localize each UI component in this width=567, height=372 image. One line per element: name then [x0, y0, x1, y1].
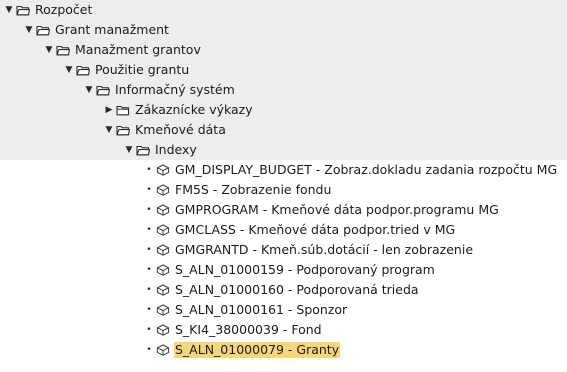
- bullet-icon: •: [146, 305, 152, 315]
- tree-row-background: [0, 140, 567, 160]
- transaction-cube-icon: [156, 304, 170, 316]
- tree-transaction-node[interactable]: • S_ALN_01000079 - Granty: [144, 340, 341, 360]
- tree-node-label: GMPROGRAM - Kmeňové dáta podpor.programu…: [175, 202, 499, 217]
- tree-folder-node[interactable]: ▼ Grant manažment: [24, 20, 170, 40]
- folder-open-icon: [136, 144, 150, 156]
- expanded-triangle-icon[interactable]: ▼: [124, 145, 134, 155]
- tree-transaction-node[interactable]: • GM_DISPLAY_BUDGET - Zobraz.dokladu zada…: [144, 160, 558, 180]
- tree-folder-node[interactable]: ▼ Informačný systém: [84, 80, 236, 100]
- tree-transaction-node[interactable]: • S_ALN_01000161 - Sponzor: [144, 300, 348, 320]
- transaction-cube-icon: [156, 244, 170, 256]
- bullet-icon: •: [146, 265, 152, 275]
- folder-open-icon: [36, 24, 50, 36]
- bullet-icon: •: [146, 165, 152, 175]
- tree-node-label-selected: S_ALN_01000079 - Granty: [174, 342, 341, 358]
- menu-tree: ▼ Rozpočet ▼ Grant manažment ▼ Manažment gran…: [0, 0, 567, 372]
- tree-node-label: Zákaznícke výkazy: [135, 102, 253, 117]
- bullet-icon: •: [146, 285, 152, 295]
- tree-folder-node[interactable]: ▼ Indexy: [124, 140, 198, 160]
- folder-open-icon: [16, 4, 30, 16]
- collapsed-triangle-icon[interactable]: ▶: [104, 105, 114, 115]
- tree-transaction-node[interactable]: • GMPROGRAM - Kmeňové dáta podpor.program…: [144, 200, 500, 220]
- tree-node-label: S_KI4_38000039 - Fond: [175, 322, 322, 337]
- folder-closed-icon: [116, 104, 130, 116]
- tree-node-label: S_ALN_01000161 - Sponzor: [175, 302, 348, 317]
- folder-open-icon: [96, 84, 110, 96]
- tree-row-background: [0, 120, 567, 140]
- tree-transaction-node[interactable]: • GMCLASS - Kmeňové dáta podpor.tried v M…: [144, 220, 456, 240]
- transaction-cube-icon: [156, 164, 170, 176]
- expanded-triangle-icon[interactable]: ▼: [84, 85, 94, 95]
- bullet-icon: •: [146, 325, 152, 335]
- tree-node-label: Grant manažment: [55, 22, 169, 37]
- transaction-cube-icon: [156, 224, 170, 236]
- tree-node-label: GM_DISPLAY_BUDGET - Zobraz.dokladu zadan…: [175, 162, 558, 177]
- tree-node-label: S_ALN_01000159 - Podporovaný program: [175, 262, 435, 277]
- folder-open-icon: [76, 64, 90, 76]
- tree-folder-node[interactable]: ▼ Kmeňové dáta: [104, 120, 227, 140]
- folder-open-icon: [116, 124, 130, 136]
- bullet-icon: •: [146, 345, 152, 355]
- expanded-triangle-icon[interactable]: ▼: [24, 25, 34, 35]
- tree-transaction-node[interactable]: • FM5S - Zobrazenie fondu: [144, 180, 332, 200]
- bullet-icon: •: [146, 185, 152, 195]
- tree-node-label: FM5S - Zobrazenie fondu: [175, 182, 332, 197]
- tree-node-label: GMCLASS - Kmeňové dáta podpor.tried v MG: [175, 222, 456, 237]
- tree-folder-node[interactable]: ▼ Manažment grantov: [44, 40, 202, 60]
- expanded-triangle-icon[interactable]: ▼: [44, 45, 54, 55]
- tree-node-label: Kmeňové dáta: [135, 122, 226, 137]
- transaction-cube-icon: [156, 264, 170, 276]
- tree-row-background: [0, 100, 567, 120]
- transaction-cube-icon: [156, 284, 170, 296]
- expanded-triangle-icon[interactable]: ▼: [104, 125, 114, 135]
- expanded-triangle-icon[interactable]: ▼: [64, 65, 74, 75]
- bullet-icon: •: [146, 225, 152, 235]
- tree-node-label: S_ALN_01000160 - Podporovaná trieda: [175, 282, 419, 297]
- tree-folder-node[interactable]: ▼ Rozpočet: [4, 0, 93, 20]
- tree-transaction-node[interactable]: • S_KI4_38000039 - Fond: [144, 320, 323, 340]
- tree-node-label: Manažment grantov: [75, 42, 201, 57]
- folder-open-icon: [56, 44, 70, 56]
- tree-node-label: Použitie grantu: [95, 62, 190, 77]
- tree-transaction-node[interactable]: • S_ALN_01000160 - Podporovaná trieda: [144, 280, 420, 300]
- transaction-cube-icon: [156, 184, 170, 196]
- tree-node-label: GMGRANTD - Kmeň.súb.dotácií - len zobraz…: [175, 242, 474, 257]
- expanded-triangle-icon[interactable]: ▼: [4, 5, 14, 15]
- tree-transaction-node[interactable]: • S_ALN_01000159 - Podporovaný program: [144, 260, 436, 280]
- transaction-cube-icon: [156, 324, 170, 336]
- tree-folder-node[interactable]: ▶ Zákaznícke výkazy: [104, 100, 254, 120]
- tree-node-label: Rozpočet: [35, 2, 93, 17]
- tree-transaction-node[interactable]: • GMGRANTD - Kmeň.súb.dotácií - len zobra…: [144, 240, 474, 260]
- bullet-icon: •: [146, 245, 152, 255]
- bullet-icon: •: [146, 205, 152, 215]
- tree-folder-node[interactable]: ▼ Použitie grantu: [64, 60, 190, 80]
- tree-node-label: Informačný systém: [115, 82, 235, 97]
- transaction-cube-icon: [156, 344, 170, 356]
- transaction-cube-icon: [156, 204, 170, 216]
- tree-node-label: Indexy: [155, 142, 197, 157]
